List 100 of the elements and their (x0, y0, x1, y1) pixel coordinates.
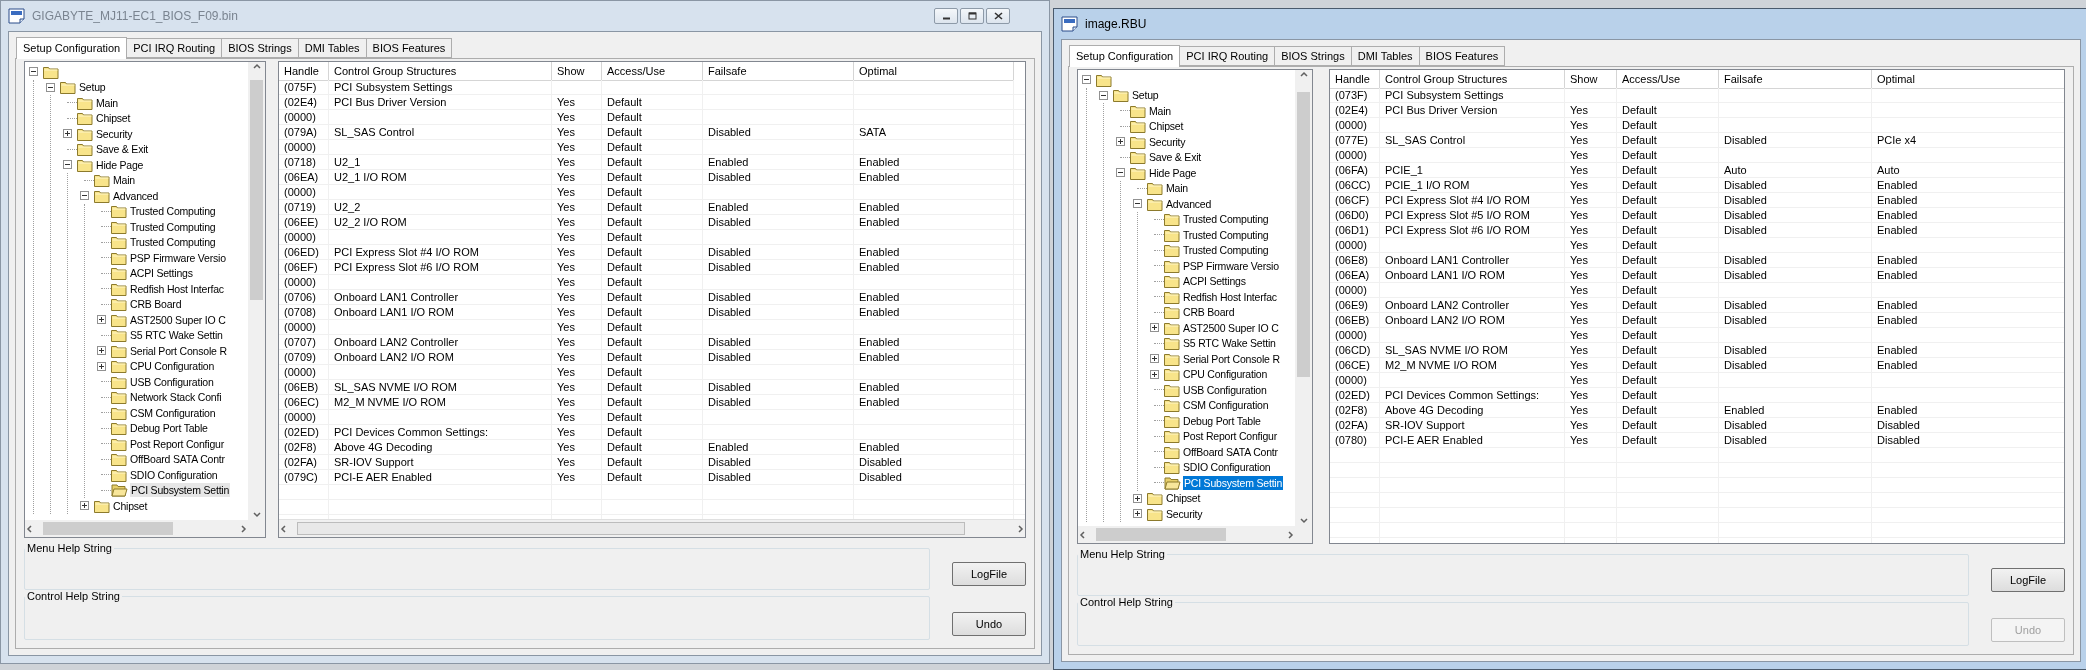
column-header[interactable]: Failsafe (1719, 70, 1872, 89)
column-header[interactable]: Control Group Structures (329, 62, 552, 81)
tree-item[interactable]: OffBoard SATA Contr (1182, 444, 1279, 459)
push-button[interactable]: LogFile (952, 562, 1026, 586)
expand-icon[interactable] (1133, 509, 1142, 519)
tree-item[interactable]: CPU Configuration (1182, 367, 1269, 382)
column-header[interactable]: Handle (279, 62, 329, 81)
scroll-right-icon[interactable] (1285, 529, 1295, 540)
expand-icon[interactable] (97, 315, 106, 325)
scroll-thumb[interactable] (1297, 92, 1310, 377)
tree-item[interactable]: Trusted Computing (129, 235, 217, 250)
tab[interactable]: DMI Tables (1350, 46, 1420, 66)
tree-item[interactable]: CRB Board (129, 297, 183, 312)
tree-item[interactable]: Main (95, 95, 119, 110)
tree-item[interactable]: AST2500 Super IO C (129, 312, 227, 327)
collapse-icon[interactable] (1133, 199, 1142, 209)
tree-item[interactable]: CPU Configuration (129, 359, 216, 374)
scroll-thumb[interactable] (297, 522, 965, 535)
scroll-thumb[interactable] (43, 522, 173, 535)
scroll-right-icon[interactable] (1015, 523, 1025, 534)
collapse-icon[interactable] (29, 67, 38, 77)
expand-icon[interactable] (1133, 493, 1142, 503)
expand-icon[interactable] (80, 501, 89, 511)
tree-item[interactable]: Network Stack Confi (129, 390, 223, 405)
collapse-icon[interactable] (46, 82, 55, 92)
expand-icon[interactable] (1150, 323, 1159, 333)
tree-item[interactable]: USB Configuration (1182, 382, 1268, 397)
horizontal-scrollbar[interactable] (279, 519, 1025, 537)
tree-item[interactable]: Advanced (1165, 196, 1213, 211)
scroll-left-icon[interactable] (1078, 529, 1088, 540)
tree-item[interactable]: Save & Exit (1148, 150, 1203, 165)
tree-item[interactable]: Security (1165, 506, 1204, 521)
tree-item[interactable]: Serial Port Console R (1182, 351, 1281, 366)
column-header[interactable]: Access/Use (602, 62, 703, 81)
tree-item[interactable]: Hide Page (1148, 165, 1198, 180)
tree-item[interactable]: ACPI Settings (1182, 274, 1247, 289)
tree-item[interactable]: Advanced (112, 188, 160, 203)
expand-icon[interactable] (1150, 369, 1159, 379)
expand-icon[interactable] (1150, 354, 1159, 364)
horizontal-scrollbar[interactable] (1078, 526, 1295, 543)
tree-item[interactable]: ACPI Settings (129, 266, 194, 281)
vertical-scrollbar[interactable] (248, 62, 265, 520)
expand-icon[interactable] (97, 346, 106, 356)
expand-icon[interactable] (97, 361, 106, 371)
tree-item[interactable]: Main (1148, 103, 1172, 118)
tree-item[interactable]: Trusted Computing (1182, 212, 1270, 227)
close-button[interactable] (986, 8, 1010, 24)
tree-item[interactable]: CSM Configuration (129, 405, 217, 420)
scroll-down-icon[interactable] (1298, 516, 1309, 526)
scroll-left-icon[interactable] (25, 523, 35, 534)
tree-item[interactable]: S5 RTC Wake Settin (1182, 336, 1277, 351)
tree-item[interactable]: Chipset (112, 498, 149, 513)
scroll-thumb[interactable] (1096, 528, 1226, 541)
tree-item[interactable]: Debug Port Table (1182, 413, 1262, 428)
tree-item[interactable]: Setup (1131, 88, 1160, 103)
tab[interactable]: BIOS Features (1418, 46, 1506, 66)
tree-item[interactable]: Save & Exit (95, 142, 150, 157)
tree-item[interactable]: Chipset (1148, 119, 1185, 134)
tree-item[interactable]: Chipset (1165, 491, 1202, 506)
column-header[interactable]: Access/Use (1617, 70, 1719, 89)
collapse-icon[interactable] (63, 160, 72, 170)
tree-item[interactable]: USB Configuration (129, 374, 215, 389)
tree-item[interactable]: SDIO Configuration (1182, 460, 1272, 475)
tree-item[interactable]: Trusted Computing (1182, 243, 1270, 258)
maximize-button[interactable] (960, 8, 984, 24)
collapse-icon[interactable] (1099, 90, 1108, 100)
tab[interactable]: BIOS Strings (221, 38, 299, 58)
tree-item[interactable]: PCI Subsystem Settin (130, 483, 231, 498)
tab[interactable]: DMI Tables (297, 38, 367, 58)
column-header[interactable]: Handle (1330, 70, 1380, 89)
collapse-icon[interactable] (1082, 75, 1091, 85)
push-button[interactable]: Undo (952, 612, 1026, 636)
push-button[interactable]: LogFile (1991, 568, 2065, 592)
tree-item[interactable]: Redfish Host Interfac (129, 281, 225, 296)
tree-item[interactable]: Security (95, 126, 134, 141)
tree-item[interactable]: Trusted Computing (129, 219, 217, 234)
tree-item[interactable]: Post Report Configur (129, 436, 226, 451)
tab[interactable]: Setup Configuration (1069, 45, 1181, 67)
column-header[interactable]: Control Group Structures (1380, 70, 1565, 89)
tree-item[interactable]: OffBoard SATA Contr (129, 452, 226, 467)
tree-item[interactable]: Post Report Configur (1182, 429, 1279, 444)
tree-item[interactable]: S5 RTC Wake Settin (129, 328, 224, 343)
scroll-down-icon[interactable] (251, 510, 262, 520)
tree-item[interactable]: AST2500 Super IO C (1182, 320, 1280, 335)
tree-item[interactable]: Redfish Host Interfac (1182, 289, 1278, 304)
tree-item[interactable]: Debug Port Table (129, 421, 209, 436)
tree-item[interactable]: PSP Firmware Versio (129, 250, 227, 265)
scroll-right-icon[interactable] (238, 523, 248, 534)
tree-item[interactable]: Serial Port Console R (129, 343, 228, 358)
tree-item[interactable]: PSP Firmware Versio (1182, 258, 1280, 273)
tab[interactable]: Setup Configuration (16, 37, 128, 59)
collapse-icon[interactable] (80, 191, 89, 201)
column-header[interactable]: Show (552, 62, 602, 81)
tree-item[interactable]: Main (112, 173, 136, 188)
tree-item[interactable]: Hide Page (95, 157, 145, 172)
column-header[interactable]: Show (1565, 70, 1617, 89)
tree-item[interactable]: Security (1148, 134, 1187, 149)
tab[interactable]: BIOS Strings (1274, 46, 1352, 66)
tab[interactable]: PCI IRQ Routing (126, 38, 223, 58)
column-header[interactable]: Failsafe (703, 62, 854, 81)
